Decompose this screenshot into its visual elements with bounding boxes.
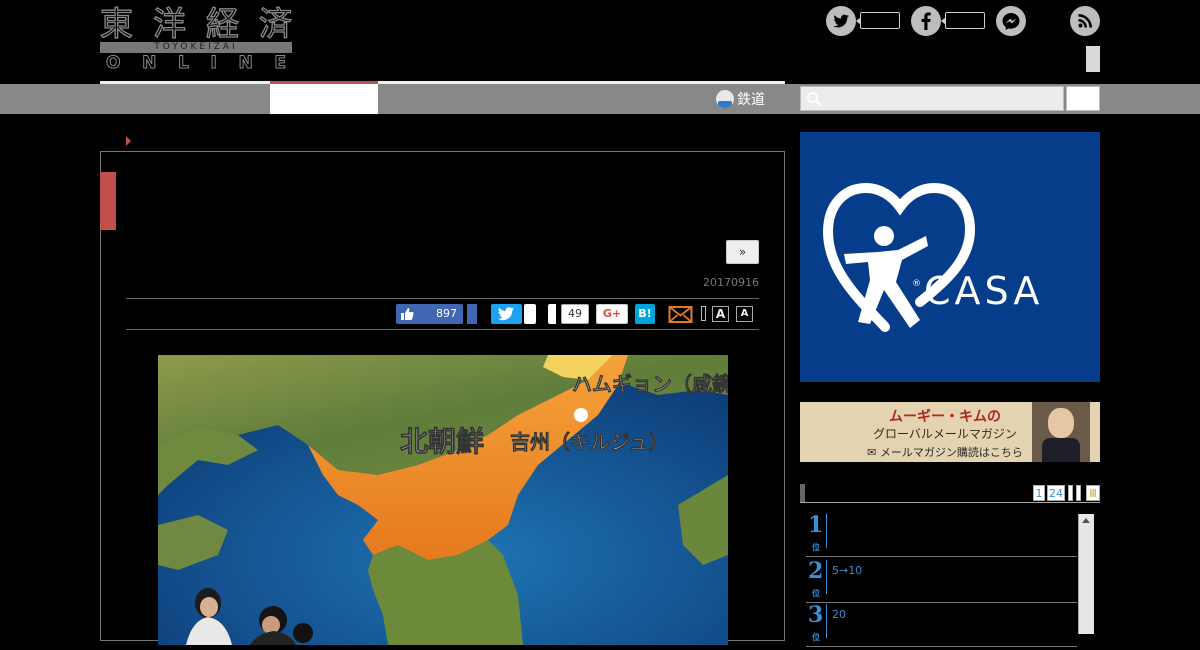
messenger-icon[interactable] xyxy=(996,6,1026,36)
rss-icon[interactable] xyxy=(1070,6,1100,36)
logo-online: O N L I N E xyxy=(105,53,286,73)
twitter-follow-icon[interactable] xyxy=(826,6,856,36)
ranking-tab-more[interactable]: Ⅲ xyxy=(1086,485,1100,501)
search-button[interactable] xyxy=(1066,86,1100,111)
rank-number: 2位 xyxy=(808,558,824,598)
nav-item-railway-label: 鉄道 xyxy=(737,92,765,108)
ranking-row[interactable]: 1位 xyxy=(806,512,1077,557)
train-icon xyxy=(716,90,734,108)
casa-logo-icon: ® CASA xyxy=(822,182,1043,332)
font-size-large-button[interactable]: A xyxy=(712,306,729,322)
map-label-hamgyong: ハムギョン（咸鏡） xyxy=(572,372,728,396)
facebook-follow-icon[interactable] xyxy=(911,6,941,36)
rank-number: 3位 xyxy=(808,602,824,642)
author-portrait xyxy=(1032,402,1090,462)
search-icon xyxy=(807,92,822,107)
site-logo[interactable]: 東 洋 経 済 TOYOKEIZAI O N L I N E xyxy=(99,4,292,73)
rank-title: 20 xyxy=(832,608,846,621)
ranking-tab-monthly[interactable] xyxy=(1076,485,1081,501)
ad-registered-mark: ® xyxy=(912,279,921,289)
newsletter-banner[interactable]: ムーギー・キムの グローバルメールマガジン ✉ メールマガジン購読はこちら xyxy=(800,402,1100,462)
share-divider-bottom xyxy=(126,329,759,330)
share-count-badge: 49 xyxy=(561,304,589,324)
nav-item-railway[interactable]: 鉄道 xyxy=(716,86,765,112)
ranking-tab-weekly[interactable] xyxy=(1068,485,1073,501)
tweet-button[interactable] xyxy=(491,304,522,324)
login-button[interactable] xyxy=(1086,46,1100,72)
hatena-bookmark-button[interactable]: B! xyxy=(635,304,655,324)
mail-share-button[interactable] xyxy=(668,304,693,324)
next-page-button[interactable]: » xyxy=(726,240,759,264)
logo-kanji: 東 洋 経 済 xyxy=(99,4,292,43)
rank-number: 1位 xyxy=(808,512,824,552)
breadcrumb-arrow-icon xyxy=(126,136,131,146)
share-divider-top xyxy=(126,298,759,299)
ranking-list: 1位 2位 5→10 3位 20 xyxy=(806,512,1095,647)
ranking-row[interactable]: 2位 5→10 xyxy=(806,558,1077,603)
banner-line2: グローバルメールマガジン xyxy=(873,427,1017,441)
facebook-follow-count xyxy=(941,12,985,29)
twitter-icon xyxy=(498,307,514,321)
google-plus-button[interactable]: G+ xyxy=(596,304,628,324)
facebook-share-button[interactable] xyxy=(467,304,477,324)
ranking-scrollbar[interactable] xyxy=(1078,514,1094,634)
banner-line3: ✉ メールマガジン購読はこちら xyxy=(867,446,1023,459)
article-photo: ハムギョン（咸鏡） 北朝鮮 吉州（キルジュ） xyxy=(158,355,728,645)
logo-subtitle: TOYOKEIZAI xyxy=(154,42,238,52)
tweet-count xyxy=(524,304,536,324)
ranking-tab-1h[interactable]: 1 xyxy=(1033,485,1045,501)
pocket-button[interactable] xyxy=(548,304,556,324)
banner-line1: ムーギー・キムの xyxy=(889,409,1001,425)
ranking-tab-24h[interactable]: 24 xyxy=(1047,485,1065,501)
ad-brand-text: CASA xyxy=(924,269,1043,313)
rank-title: 5→10 xyxy=(832,564,863,577)
font-size-small-button[interactable]: A xyxy=(736,306,753,322)
search-input[interactable] xyxy=(800,86,1064,111)
title-accent xyxy=(100,172,116,230)
envelope-icon xyxy=(668,306,693,323)
ranking-header-mark xyxy=(800,484,805,502)
map-label-north-korea: 北朝鮮 xyxy=(400,425,484,458)
nav-tab-active[interactable] xyxy=(270,84,378,114)
ranking-row[interactable]: 3位 20 xyxy=(806,602,1077,647)
map-label-kilju: 吉州（キルジュ） xyxy=(510,430,669,454)
facebook-like-count: 897 xyxy=(436,307,457,320)
thumbs-up-icon xyxy=(401,308,414,320)
print-button[interactable] xyxy=(701,306,706,321)
article-date: 20170916 xyxy=(703,276,759,289)
ad-banner-casa[interactable]: ® CASA xyxy=(800,132,1100,382)
facebook-like-button[interactable]: 897 xyxy=(396,304,463,324)
twitter-follow-count xyxy=(856,12,900,29)
scroll-up-icon xyxy=(1082,518,1090,523)
